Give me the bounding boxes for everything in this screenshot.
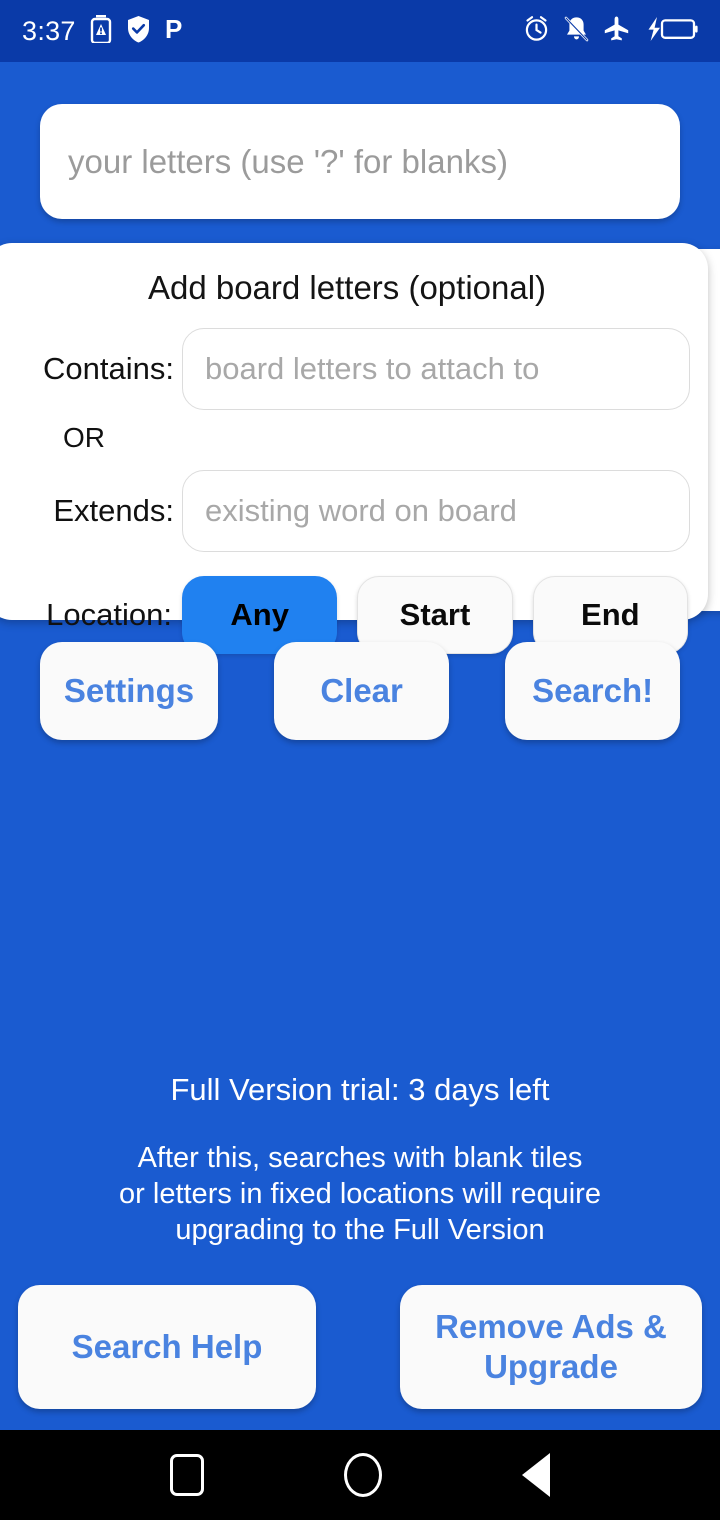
alarm-clock-icon <box>523 15 550 47</box>
trial-status-text: Full Version trial: 3 days left <box>170 1072 550 1107</box>
battery-saver-icon <box>90 14 112 48</box>
action-button-row: Settings Clear Search! <box>0 642 720 740</box>
search-help-button[interactable]: Search Help <box>18 1285 316 1409</box>
main-content: Add board letters (optional) Contains: O… <box>0 62 720 1430</box>
status-bar-right <box>523 15 698 48</box>
extends-input[interactable] <box>182 470 690 552</box>
board-card-pager: Add board letters (optional) Contains: O… <box>0 243 720 654</box>
board-card-title: Add board letters (optional) <box>147 269 547 306</box>
phone-screen: 3:37 P your letters (use '?' for blanks)… <box>0 0 720 1520</box>
android-navigation-bar <box>0 1430 720 1520</box>
airplane-mode-icon <box>603 15 630 47</box>
trial-detail-line-3: upgrading to the Full Version <box>175 1214 545 1246</box>
clear-button[interactable]: Clear <box>274 642 450 740</box>
bottom-button-row: Search Help Remove Ads & Upgrade <box>0 1285 720 1409</box>
settings-button[interactable]: Settings <box>39 642 219 740</box>
or-separator-label: OR <box>63 422 105 453</box>
shield-check-icon <box>126 15 151 48</box>
contains-input[interactable] <box>182 328 690 410</box>
letter-p-icon: P <box>165 14 185 49</box>
trial-detail-line-1: After this, searches with blank tiles <box>137 1142 583 1174</box>
battery-charging-icon <box>644 16 698 47</box>
home-circle-icon[interactable] <box>344 1453 382 1497</box>
trial-detail-text: After this, searches with blank tiles or… <box>0 1140 720 1248</box>
contains-row: Contains: <box>0 328 708 410</box>
remove-ads-line-2: Upgrade <box>484 1348 618 1385</box>
trial-detail-line-2: or letters in fixed locations will requi… <box>119 1178 601 1210</box>
location-label: Location: <box>46 597 172 632</box>
extends-label: Extends: <box>53 493 174 528</box>
svg-text:P: P <box>165 14 182 44</box>
your-letters-input[interactable] <box>40 104 680 219</box>
board-letters-card: Add board letters (optional) Contains: O… <box>0 243 708 654</box>
remove-ads-line-1: Remove Ads & <box>435 1308 667 1345</box>
status-bar-left: 3:37 P <box>22 14 185 49</box>
status-bar: 3:37 P <box>0 0 720 62</box>
contains-label: Contains: <box>43 351 174 386</box>
status-clock: 3:37 <box>22 15 76 46</box>
notifications-muted-icon <box>564 15 589 48</box>
remove-ads-upgrade-button[interactable]: Remove Ads & Upgrade <box>400 1285 702 1409</box>
extends-row: Extends: <box>0 470 708 552</box>
recents-square-icon[interactable] <box>170 1454 204 1496</box>
search-button[interactable]: Search! <box>505 642 681 740</box>
back-triangle-icon[interactable] <box>522 1453 550 1497</box>
